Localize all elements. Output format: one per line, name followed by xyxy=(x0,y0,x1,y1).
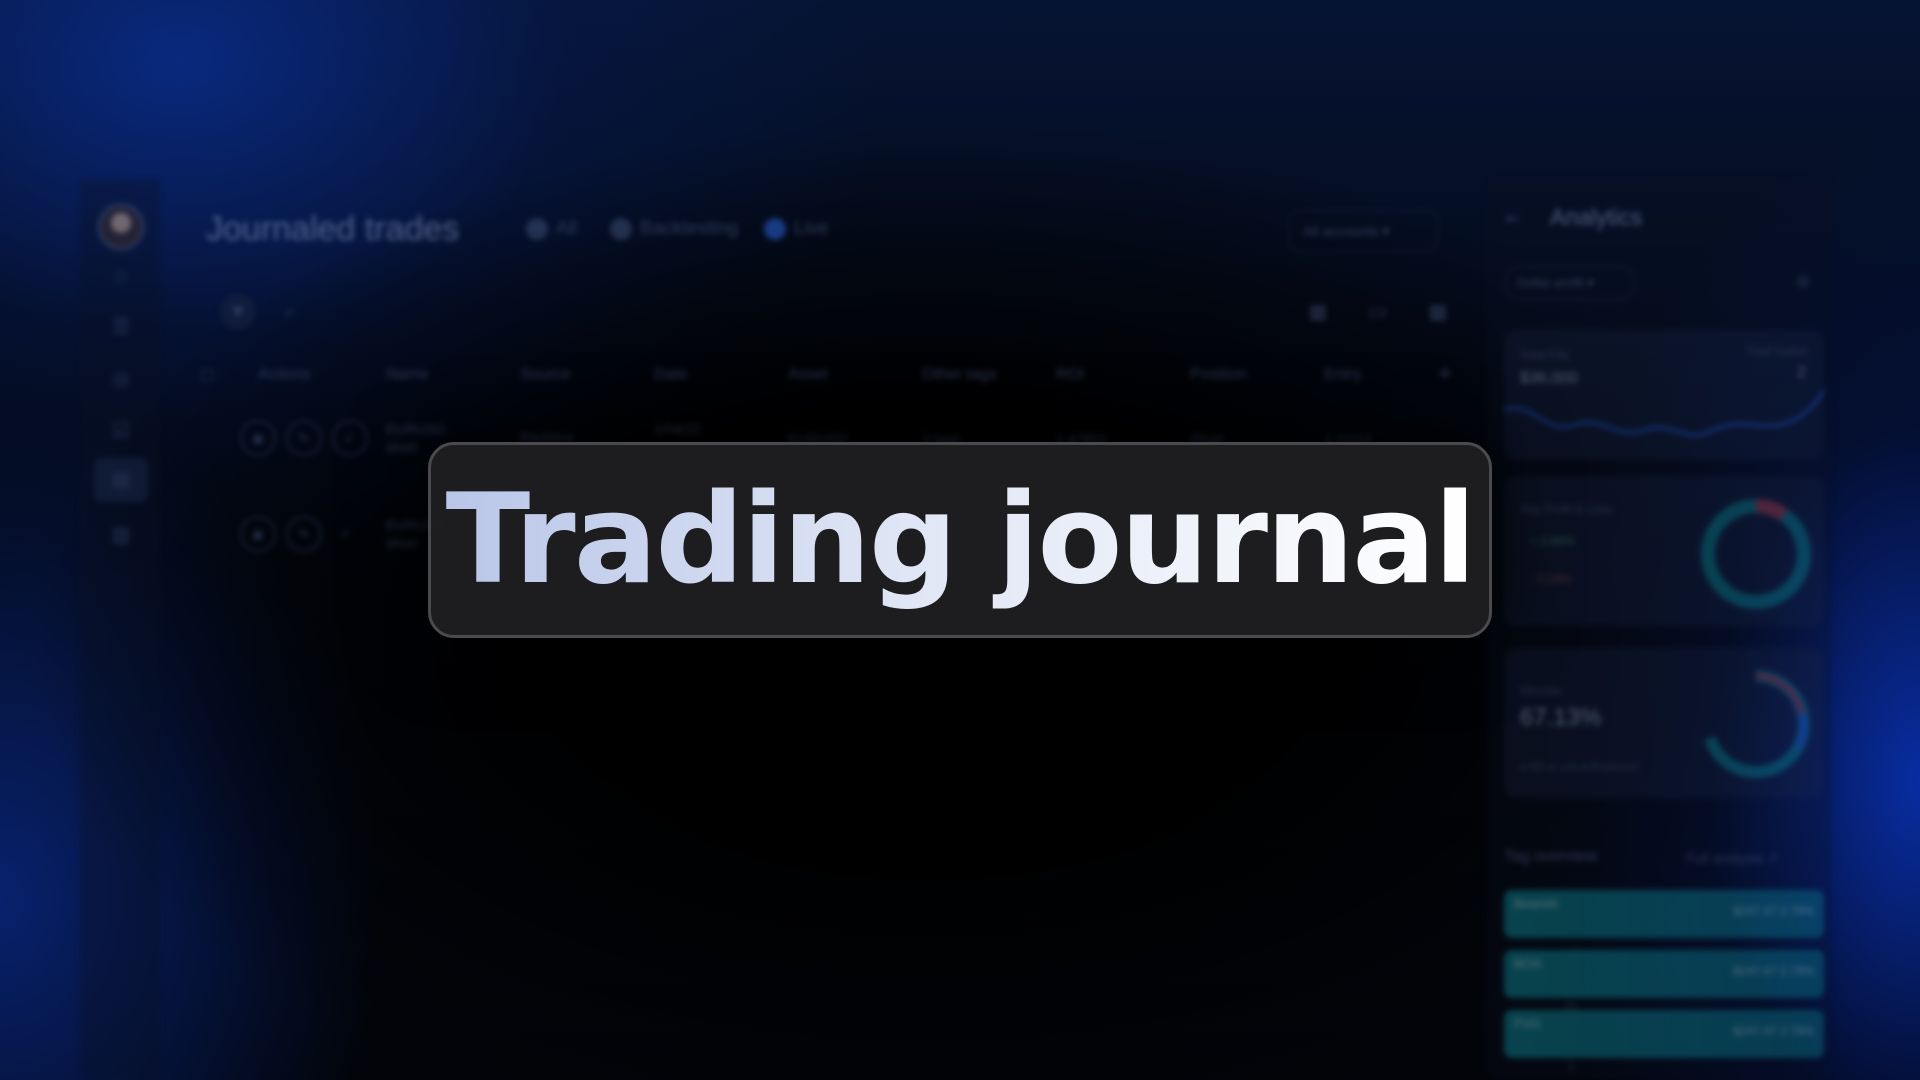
calendar-view-icon[interactable]: ▭ xyxy=(1360,294,1396,330)
chevron-down-icon: ▾ xyxy=(1382,223,1390,239)
collapse-icon[interactable]: ⇤ xyxy=(1506,208,1521,229)
col-position[interactable]: Position xyxy=(1190,366,1247,384)
winrate-card: Winrate 67.13% ● Win ● Loss ● Breakeven xyxy=(1504,648,1824,798)
col-asset[interactable]: Asset xyxy=(788,366,828,384)
radio-icon xyxy=(526,218,548,240)
metric-dropdown[interactable]: Dollar profit ▾ xyxy=(1504,266,1636,300)
search-icon[interactable]: ⌕ xyxy=(272,294,308,330)
metric-dropdown-label: Dollar profit xyxy=(1517,275,1584,290)
total-pnl-card: Total P&L $36,000 Total trades 2 xyxy=(1504,330,1824,460)
col-name[interactable]: Name xyxy=(386,366,429,384)
settings-icon[interactable]: ⚙ xyxy=(1796,272,1810,292)
tag-name: BOS xyxy=(1514,956,1542,971)
filter-icon[interactable]: ▼ xyxy=(220,294,256,330)
filter-live[interactable]: Live xyxy=(764,218,829,240)
filter-live-label: Live xyxy=(794,218,829,240)
accounts-dropdown[interactable]: All accounts ▾ xyxy=(1288,210,1438,252)
col-roi[interactable]: ROI xyxy=(1056,366,1084,384)
filter-backtesting-label: Backtesting xyxy=(640,218,739,240)
edit-icon[interactable]: ✎ xyxy=(286,420,322,456)
total-pnl-label: Total P&L xyxy=(1520,348,1572,362)
avg-pnl-card: Avg Profit & Loss + 2.89% - 0.19% xyxy=(1504,476,1824,626)
col-date[interactable]: Date xyxy=(654,366,688,384)
avg-donut-chart xyxy=(1701,498,1811,609)
winrate-value: 67.13% xyxy=(1520,704,1602,731)
table-view-icon[interactable]: ▦ xyxy=(1300,294,1336,330)
edit-icon[interactable]: ✎ xyxy=(286,516,322,552)
journal-icon[interactable]: ▤ xyxy=(94,458,148,502)
headline-title: Trading journal xyxy=(445,468,1477,612)
tag-row-bearish[interactable]: Bearish $247.47 2.79% xyxy=(1504,890,1824,938)
grid-view-icon[interactable]: ▩ xyxy=(1420,294,1456,330)
tag-value: $247.47 2.79% xyxy=(1733,964,1814,978)
radio-icon xyxy=(764,218,786,240)
winrate-legend: ● Win ● Loss ● Breakeven xyxy=(1520,762,1639,773)
filter-all[interactable]: All xyxy=(526,218,577,240)
pnl-sparkline xyxy=(1504,389,1824,437)
radio-icon xyxy=(610,218,632,240)
col-other-tags[interactable]: Other tags xyxy=(922,366,997,384)
tag-name: Bearish xyxy=(1514,896,1559,911)
col-entry[interactable]: Entry xyxy=(1324,366,1361,384)
list-icon[interactable]: ☰ xyxy=(108,314,134,340)
tag-overview-label: Tag overview xyxy=(1504,848,1598,865)
check-icon[interactable]: ✓ xyxy=(332,420,368,456)
compass-icon[interactable]: ◎ xyxy=(108,366,134,392)
col-actions: Actions xyxy=(258,366,311,383)
chevron-down-icon: ▾ xyxy=(1587,275,1594,290)
full-analysis-label: Full analysis xyxy=(1686,850,1764,866)
checkbox-icon[interactable]: ☑ xyxy=(108,418,134,444)
full-analysis-link[interactable]: Full analysis ↗ xyxy=(1686,850,1779,867)
total-trades-label: Total trades xyxy=(1745,344,1808,358)
avatar[interactable] xyxy=(98,204,144,250)
avg-pnl-label: Avg Profit & Loss xyxy=(1520,502,1612,516)
avg-gain: + 2.89% xyxy=(1530,534,1575,548)
external-link-icon: ↗ xyxy=(1766,850,1779,866)
row-1-date: 1/04/22 xyxy=(654,421,701,437)
col-source[interactable]: Source xyxy=(520,366,571,384)
analytics-panel: ⇤ Analytics Dollar profit ▾ ⚙ Total P&L … xyxy=(1486,180,1832,1080)
select-all-checkbox[interactable]: ☐ xyxy=(200,366,214,386)
view-icon[interactable]: ◉ xyxy=(240,516,276,552)
tag-row-fvg[interactable]: FVG $247.47 2.79% xyxy=(1504,1010,1824,1058)
tag-name: FVG xyxy=(1514,1016,1541,1031)
bar-chart-icon[interactable]: ▥ xyxy=(108,522,134,548)
left-nav-rail: ⌂ ☰ ◎ ☑ ▤ ▥ xyxy=(80,180,160,1080)
analytics-title: Analytics xyxy=(1550,204,1643,230)
tag-value: $247.47 2.79% xyxy=(1733,1024,1814,1038)
page-title: Journaled trades xyxy=(206,210,460,248)
tag-row-bos[interactable]: BOS $247.47 2.79% xyxy=(1504,950,1824,998)
home-icon[interactable]: ⌂ xyxy=(108,262,134,288)
accounts-dropdown-label: All accounts xyxy=(1303,223,1379,239)
filter-all-label: All xyxy=(556,218,578,240)
view-icon[interactable]: ◉ xyxy=(240,420,276,456)
winrate-label: Winrate xyxy=(1520,684,1562,698)
avg-loss: - 0.19% xyxy=(1530,572,1572,586)
headline-banner: Trading journal xyxy=(428,442,1492,638)
add-column-icon[interactable]: + xyxy=(1438,360,1452,388)
winrate-donut-chart xyxy=(1704,670,1810,778)
filter-backtesting[interactable]: Backtesting xyxy=(610,218,738,240)
check-icon[interactable]: ✓ xyxy=(340,524,352,542)
tag-value: $247.47 2.79% xyxy=(1733,904,1814,918)
